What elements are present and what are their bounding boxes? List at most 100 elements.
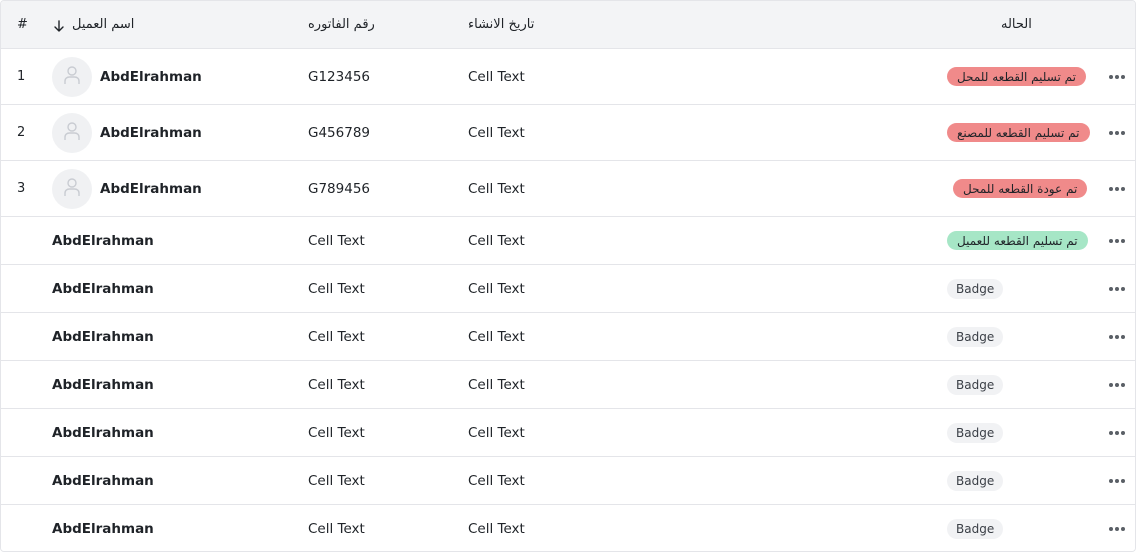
customer-name: AbdElrahman — [52, 280, 154, 297]
badge: Badge — [947, 470, 1004, 491]
badge: Badge — [947, 326, 1004, 347]
created-date: Cell Text — [468, 280, 525, 297]
more-horizontal-icon[interactable] — [1108, 382, 1126, 388]
status-cell: Badge — [947, 265, 1004, 312]
customer-cell: AbdElrahman — [52, 313, 154, 360]
more-horizontal-icon[interactable] — [1108, 286, 1126, 292]
created-date: Cell Text — [468, 424, 525, 441]
invoice-number: Cell Text — [308, 472, 365, 489]
table-row[interactable]: AbdElrahman Cell Text Cell Text Badge — [1, 265, 1135, 313]
status-badge: تم تسليم القطعه للمحل — [947, 67, 1086, 86]
status-cell: تم تسليم القطعه للمصنع — [947, 105, 1090, 160]
customer-name: AbdElrahman — [52, 376, 154, 393]
created-date: Cell Text — [468, 376, 525, 393]
more-options-button[interactable] — [1108, 313, 1126, 360]
customer-name: AbdElrahman — [52, 520, 154, 537]
created-date: Cell Text — [468, 472, 525, 489]
table-row[interactable]: AbdElrahman Cell Text Cell Text Badge — [1, 457, 1135, 505]
table-row[interactable]: AbdElrahman Cell Text Cell Text Badge — [1, 409, 1135, 457]
arrow-down-icon[interactable] — [52, 18, 66, 32]
table-row[interactable]: AbdElrahman Cell Text Cell Text Badge — [1, 505, 1135, 551]
more-options-button[interactable] — [1108, 361, 1126, 408]
customer-cell: AbdElrahman — [52, 217, 154, 264]
created-date: Cell Text — [468, 520, 525, 537]
invoice-number: G789456 — [308, 180, 370, 197]
more-horizontal-icon[interactable] — [1108, 334, 1126, 340]
column-header-customer-name-label: اسم العميل — [72, 17, 135, 32]
status-cell: Badge — [947, 409, 1004, 456]
created-date: Cell Text — [468, 180, 525, 197]
table-row[interactable]: AbdElrahman Cell Text Cell Text تم تسليم… — [1, 217, 1135, 265]
more-horizontal-icon[interactable] — [1108, 130, 1126, 136]
row-number: 1 — [17, 69, 26, 84]
more-horizontal-icon[interactable] — [1108, 74, 1126, 80]
table-header: # اسم العميل رقم الفاتوره تاريخ الانشاء … — [1, 1, 1135, 49]
table-row[interactable]: 2 AbdElrahman G456789 Cell Text تم تسليم… — [1, 105, 1135, 161]
status-badge: تم عودة القطعه للمحل — [953, 179, 1088, 198]
table-row[interactable]: AbdElrahman Cell Text Cell Text Badge — [1, 313, 1135, 361]
customer-cell: AbdElrahman — [52, 265, 154, 312]
more-horizontal-icon[interactable] — [1108, 238, 1126, 244]
status-badge: تم تسليم القطعه للمصنع — [947, 123, 1090, 142]
column-header-invoice-number: رقم الفاتوره — [308, 17, 375, 32]
created-date: Cell Text — [468, 328, 525, 345]
status-cell: Badge — [947, 505, 1004, 551]
more-options-button[interactable] — [1108, 217, 1126, 264]
customer-cell: AbdElrahman — [52, 361, 154, 408]
created-date: Cell Text — [468, 124, 525, 141]
invoices-table: # اسم العميل رقم الفاتوره تاريخ الانشاء … — [0, 0, 1136, 552]
more-horizontal-icon[interactable] — [1108, 526, 1126, 532]
column-header-customer-name[interactable]: اسم العميل — [52, 1, 134, 48]
customer-name: AbdElrahman — [52, 424, 154, 441]
table-row[interactable]: 3 AbdElrahman G789456 Cell Text تم عودة … — [1, 161, 1135, 217]
more-options-button[interactable] — [1108, 409, 1126, 456]
column-header-status: الحاله — [1001, 17, 1032, 32]
customer-name: AbdElrahman — [100, 180, 202, 197]
row-number: 3 — [17, 181, 26, 196]
more-horizontal-icon[interactable] — [1108, 186, 1126, 192]
badge: Badge — [947, 374, 1004, 395]
status-cell: تم تسليم القطعه للمحل — [947, 49, 1086, 104]
user-icon — [63, 121, 81, 145]
invoice-number: Cell Text — [308, 328, 365, 345]
customer-cell: AbdElrahman — [52, 505, 154, 551]
customer-cell: AbdElrahman — [52, 457, 154, 504]
invoice-number: Cell Text — [308, 376, 365, 393]
status-cell: Badge — [947, 457, 1004, 504]
table-row[interactable]: 1 AbdElrahman G123456 Cell Text تم تسليم… — [1, 49, 1135, 105]
more-horizontal-icon[interactable] — [1108, 478, 1126, 484]
created-date: Cell Text — [468, 68, 525, 85]
customer-name: AbdElrahman — [52, 472, 154, 489]
user-icon — [63, 65, 81, 89]
customer-name: AbdElrahman — [52, 232, 154, 249]
status-badge: تم تسليم القطعه للعميل — [947, 231, 1088, 250]
more-options-button[interactable] — [1108, 49, 1126, 104]
customer-cell: AbdElrahman — [52, 49, 202, 104]
more-horizontal-icon[interactable] — [1108, 430, 1126, 436]
customer-name: AbdElrahman — [100, 124, 202, 141]
more-options-button[interactable] — [1108, 161, 1126, 216]
more-options-button[interactable] — [1108, 505, 1126, 551]
customer-cell: AbdElrahman — [52, 409, 154, 456]
customer-cell: AbdElrahman — [52, 105, 202, 160]
badge: Badge — [947, 518, 1004, 539]
customer-cell: AbdElrahman — [52, 161, 202, 216]
column-header-created-date: تاريخ الانشاء — [468, 17, 535, 32]
avatar — [52, 168, 92, 209]
more-options-button[interactable] — [1108, 457, 1126, 504]
table-row[interactable]: AbdElrahman Cell Text Cell Text Badge — [1, 361, 1135, 409]
more-options-button[interactable] — [1108, 105, 1126, 160]
badge: Badge — [947, 422, 1004, 443]
created-date: Cell Text — [468, 232, 525, 249]
more-options-button[interactable] — [1108, 265, 1126, 312]
badge: Badge — [947, 278, 1004, 299]
invoice-number: Cell Text — [308, 520, 365, 537]
status-cell: Badge — [947, 313, 1004, 360]
status-cell: تم عودة القطعه للمحل — [953, 161, 1088, 216]
status-cell: تم تسليم القطعه للعميل — [947, 217, 1088, 264]
avatar — [52, 56, 92, 97]
status-cell: Badge — [947, 361, 1004, 408]
invoice-number: Cell Text — [308, 280, 365, 297]
invoice-number: Cell Text — [308, 424, 365, 441]
row-number: 2 — [17, 125, 26, 140]
